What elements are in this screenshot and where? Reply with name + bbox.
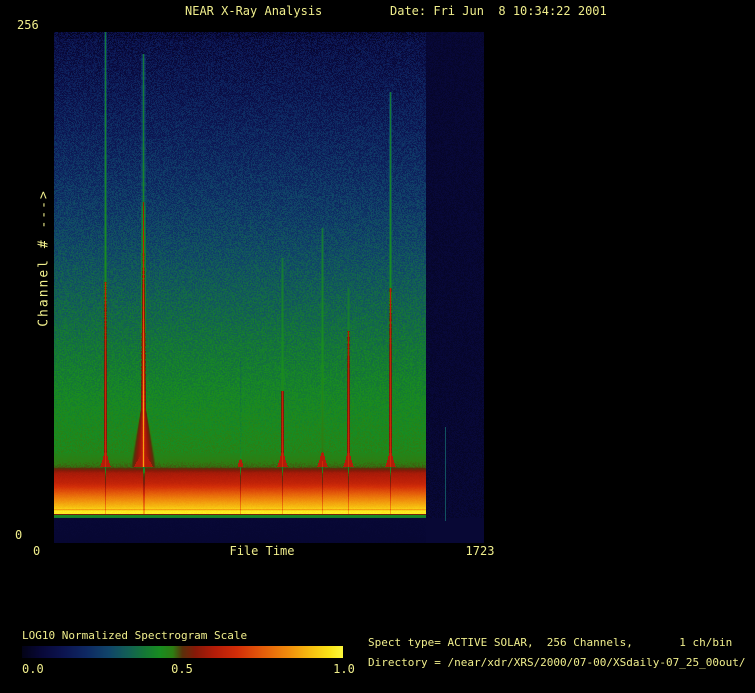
x-axis-min-label: 0 xyxy=(33,544,41,558)
near-xray-analysis-window: NEAR X-Ray Analysis Date: Fri Jun 8 10:3… xyxy=(0,0,755,693)
spect-type-line: Spect type= ACTIVE SOLAR, 256 Channels, … xyxy=(368,636,733,649)
y-axis-min-label: 0 xyxy=(15,528,23,542)
colorbar-title: LOG10 Normalized Spectrogram Scale xyxy=(22,629,248,642)
plot-date: Date: Fri Jun 8 10:34:22 2001 xyxy=(390,4,607,18)
colorbar-tick-mid: 0.5 xyxy=(171,662,193,676)
x-axis-max-label: 1723 xyxy=(465,544,495,558)
colorbar-gradient xyxy=(22,646,343,658)
colorbar-tick-max: 1.0 xyxy=(333,662,355,676)
directory-line: Directory = /near/xdr/XRS/2000/07-00/XSd… xyxy=(368,656,746,669)
colorbar-tick-min: 0.0 xyxy=(22,662,44,676)
y-axis-title: Channel # ---> xyxy=(36,189,52,327)
y-axis-max-label: 256 xyxy=(17,18,39,32)
spectrogram-plot xyxy=(54,32,484,543)
x-axis-title: File Time xyxy=(229,544,295,558)
plot-title: NEAR X-Ray Analysis xyxy=(185,4,323,18)
